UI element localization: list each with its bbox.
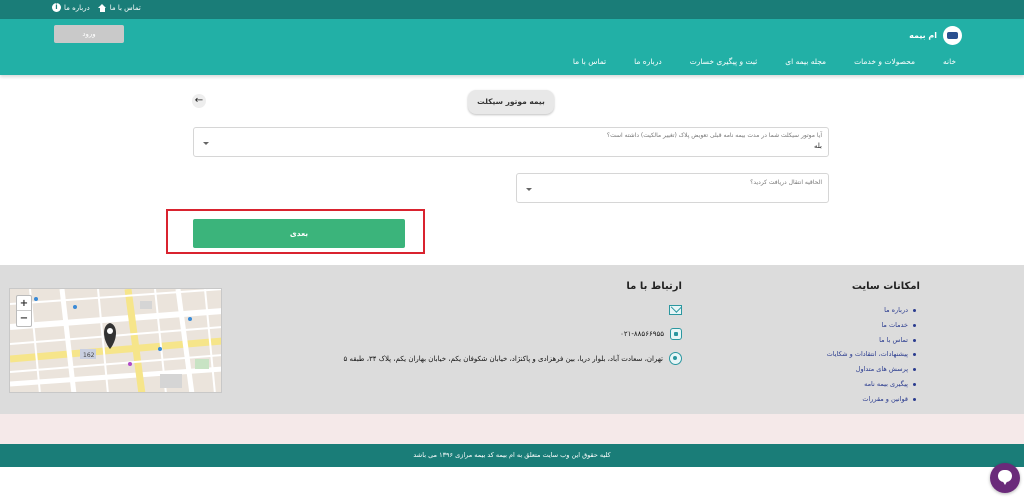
plate-change-select[interactable]: آیا موتور سیکلت شما در مدت بیمه نامه قبل…: [193, 127, 829, 157]
top-bar: i درباره ما تماس با ما: [0, 0, 1024, 19]
location-map[interactable]: 162 + −: [9, 288, 222, 393]
email-icon: [669, 305, 682, 315]
location-icon: [669, 352, 682, 365]
contact-address: تهران، سعادت آباد، بلوار دریا، بین فرهزا…: [344, 352, 682, 365]
contact-phone[interactable]: ۰۲۱-۸۸۵۶۶۹۵۵: [620, 328, 682, 340]
nav-magazine[interactable]: مجله بیمه ای: [785, 57, 826, 66]
nav-contact[interactable]: تماس با ما: [573, 57, 606, 66]
top-link-about[interactable]: i درباره ما: [52, 3, 90, 12]
footer-spacer: [0, 414, 1024, 444]
back-arrow-icon[interactable]: ←: [192, 94, 206, 108]
next-button[interactable]: بعدی: [193, 219, 405, 248]
bottom-bar: کلیه حقوق این وب سایت متعلق به ام بیمه ک…: [0, 444, 1024, 467]
plate-change-value: بله: [813, 142, 822, 150]
chat-bubble-icon: [998, 470, 1012, 485]
chat-widget-button[interactable]: [990, 463, 1020, 493]
map-zoom-out-icon[interactable]: −: [17, 311, 31, 326]
features-list: درباره ما خدمات ما تماس با ما پیشنهادات،…: [827, 303, 917, 407]
transfer-addendum-select[interactable]: الحاقیه انتقال دریافت کردید؟: [516, 173, 829, 203]
brand-logo-icon: [943, 26, 962, 45]
phone-number: ۰۲۱-۸۸۵۶۶۹۵۵: [620, 330, 664, 338]
features-title: امکانات سایت: [851, 281, 920, 292]
nav-home[interactable]: خانه: [943, 57, 956, 66]
nav-products[interactable]: محصولات و خدمات: [854, 57, 915, 66]
feature-link-tracking[interactable]: پیگیری بیمه نامه: [827, 377, 917, 392]
feature-link-contact[interactable]: تماس با ما: [827, 333, 917, 348]
map-image: 162: [10, 289, 221, 392]
feature-link-services[interactable]: خدمات ما: [827, 318, 917, 333]
address-text: تهران، سعادت آباد، بلوار دریا، بین فرهزا…: [343, 354, 663, 363]
map-marker-label: 162: [83, 352, 95, 359]
nav-about[interactable]: درباره ما: [634, 57, 662, 66]
feature-link-about[interactable]: درباره ما: [827, 303, 917, 318]
brand[interactable]: ام بیمه: [909, 26, 962, 45]
contact-title: ارتباط با ما: [626, 281, 682, 292]
page-title: بیمه موتور سیکلت: [468, 90, 554, 114]
brand-name: ام بیمه: [909, 31, 937, 40]
top-link-about-label: درباره ما: [64, 3, 90, 12]
copyright-text: کلیه حقوق این وب سایت متعلق به ام بیمه ک…: [413, 451, 611, 459]
site-header: ورود ام بیمه خانه محصولات و خدمات مجله ب…: [0, 19, 1024, 75]
top-link-contact[interactable]: تماس با ما: [97, 3, 141, 12]
top-link-contact-label: تماس با ما: [109, 3, 141, 12]
login-button[interactable]: ورود: [54, 25, 124, 43]
footer: امکانات سایت درباره ما خدمات ما تماس با …: [0, 265, 1024, 414]
plate-change-label: آیا موتور سیکلت شما در مدت بیمه نامه قبل…: [606, 132, 822, 139]
feature-link-rules[interactable]: قوانین و مقررات: [827, 392, 917, 407]
map-zoom-controls: + −: [16, 295, 32, 327]
top-links: i درباره ما تماس با ما: [52, 3, 141, 12]
phone-icon: [670, 328, 682, 340]
chevron-down-icon: [526, 188, 532, 191]
main-nav: خانه محصولات و خدمات مجله بیمه ای ثبت و …: [573, 57, 956, 66]
transfer-addendum-label: الحاقیه انتقال دریافت کردید؟: [750, 179, 822, 186]
feature-link-faq[interactable]: پرسش های متداول: [827, 362, 917, 377]
contact-email[interactable]: [669, 305, 682, 315]
map-zoom-in-icon[interactable]: +: [17, 296, 31, 311]
home-icon: [97, 3, 107, 12]
nav-claims[interactable]: ثبت و پیگیری خسارت: [690, 57, 758, 66]
chevron-down-icon: [203, 142, 209, 145]
info-icon: i: [52, 3, 61, 12]
feature-link-feedback[interactable]: پیشنهادات، انتقادات و شکایات: [827, 347, 917, 362]
